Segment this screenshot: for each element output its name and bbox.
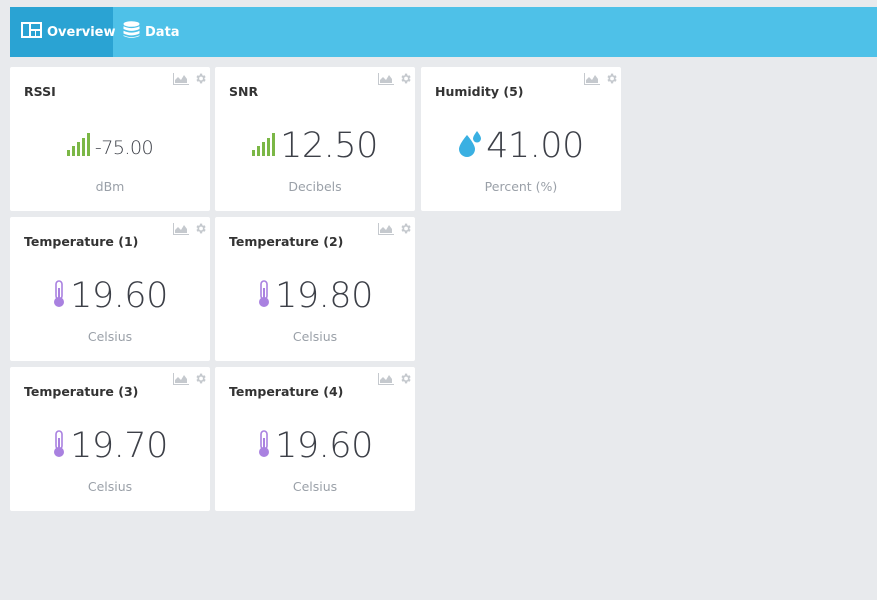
widget-value: 19.70 xyxy=(70,426,168,466)
widget-value-row: 19.80 xyxy=(215,275,415,317)
widget-unit: Celsius xyxy=(87,329,133,344)
widget-actions xyxy=(173,220,207,239)
widget-value: 19.60 xyxy=(70,276,168,316)
widget-actions xyxy=(584,70,618,89)
widget-value: 12.50 xyxy=(280,126,378,166)
widget-actions xyxy=(173,70,207,89)
chart-icon[interactable] xyxy=(378,370,394,389)
gear-icon[interactable] xyxy=(194,70,207,89)
gear-icon[interactable] xyxy=(605,70,618,89)
widget-value-row: 19.60 xyxy=(215,425,415,467)
gear-icon[interactable] xyxy=(399,70,412,89)
gear-icon[interactable] xyxy=(194,220,207,239)
widget-actions xyxy=(378,70,412,89)
widget-unit: Celsius xyxy=(87,479,133,494)
chart-icon[interactable] xyxy=(378,70,394,89)
signal-icon xyxy=(252,132,276,160)
database-icon xyxy=(123,21,140,43)
widget-unit: dBm xyxy=(95,179,125,194)
widget-value-row: 19.70 xyxy=(10,425,210,467)
widget-title: RSSI xyxy=(24,84,56,99)
gear-icon[interactable] xyxy=(399,370,412,389)
thermometer-icon xyxy=(257,280,271,312)
widget-value: 41.00 xyxy=(486,126,584,166)
widget-title: Temperature (1) xyxy=(24,234,139,249)
top-nav-bar: Overview Data xyxy=(10,7,877,57)
widget-value-row: 12.50 xyxy=(215,125,415,167)
widget-unit: Celsius xyxy=(292,329,338,344)
gear-icon[interactable] xyxy=(194,370,207,389)
widget-title: Temperature (2) xyxy=(229,234,344,249)
widget-actions xyxy=(173,370,207,389)
widget-temperature-2: Temperature (2) 19.80 Celsius xyxy=(215,217,415,361)
tab-overview[interactable]: Overview xyxy=(10,7,116,57)
thermometer-icon xyxy=(52,430,66,462)
widget-humidity: Humidity (5) 41.00 Percent (%) xyxy=(421,67,621,211)
widget-unit: Percent (%) xyxy=(484,179,558,194)
widget-value-row: 41.00 xyxy=(421,125,621,167)
widget-temperature-3: Temperature (3) 19.70 Celsius xyxy=(10,367,210,511)
widget-temperature-1: Temperature (1) 19.60 Celsius xyxy=(10,217,210,361)
dashboard-icon xyxy=(21,22,42,42)
widget-unit: Celsius xyxy=(292,479,338,494)
widget-rssi: RSSI -75.00 dBm xyxy=(10,67,210,211)
widget-title: Temperature (4) xyxy=(229,384,344,399)
chart-icon[interactable] xyxy=(584,70,600,89)
widget-snr: SNR 12.50 Decibels xyxy=(215,67,415,211)
widget-title: Temperature (3) xyxy=(24,384,139,399)
water-drops-icon xyxy=(458,131,482,161)
tab-overview-label: Overview xyxy=(47,24,116,40)
signal-icon xyxy=(66,132,91,160)
chart-icon[interactable] xyxy=(173,220,189,239)
widget-actions xyxy=(378,370,412,389)
chart-icon[interactable] xyxy=(173,370,189,389)
widget-value: 19.80 xyxy=(275,276,373,316)
chart-icon[interactable] xyxy=(378,220,394,239)
widget-value: 19.60 xyxy=(275,426,373,466)
widget-title: SNR xyxy=(229,84,259,99)
chart-icon[interactable] xyxy=(173,70,189,89)
widget-value-row: 19.60 xyxy=(10,275,210,317)
widget-unit: Decibels xyxy=(288,179,342,194)
widget-actions xyxy=(378,220,412,239)
tab-data-label: Data xyxy=(145,24,180,40)
gear-icon[interactable] xyxy=(399,220,412,239)
widget-value-row: -75.00 xyxy=(10,125,210,167)
widget-temperature-4: Temperature (4) 19.60 Celsius xyxy=(215,367,415,511)
thermometer-icon xyxy=(52,280,66,312)
widget-title: Humidity (5) xyxy=(435,84,524,99)
thermometer-icon xyxy=(257,430,271,462)
tab-data[interactable]: Data xyxy=(113,7,193,57)
widget-value: -75.00 xyxy=(94,137,154,159)
